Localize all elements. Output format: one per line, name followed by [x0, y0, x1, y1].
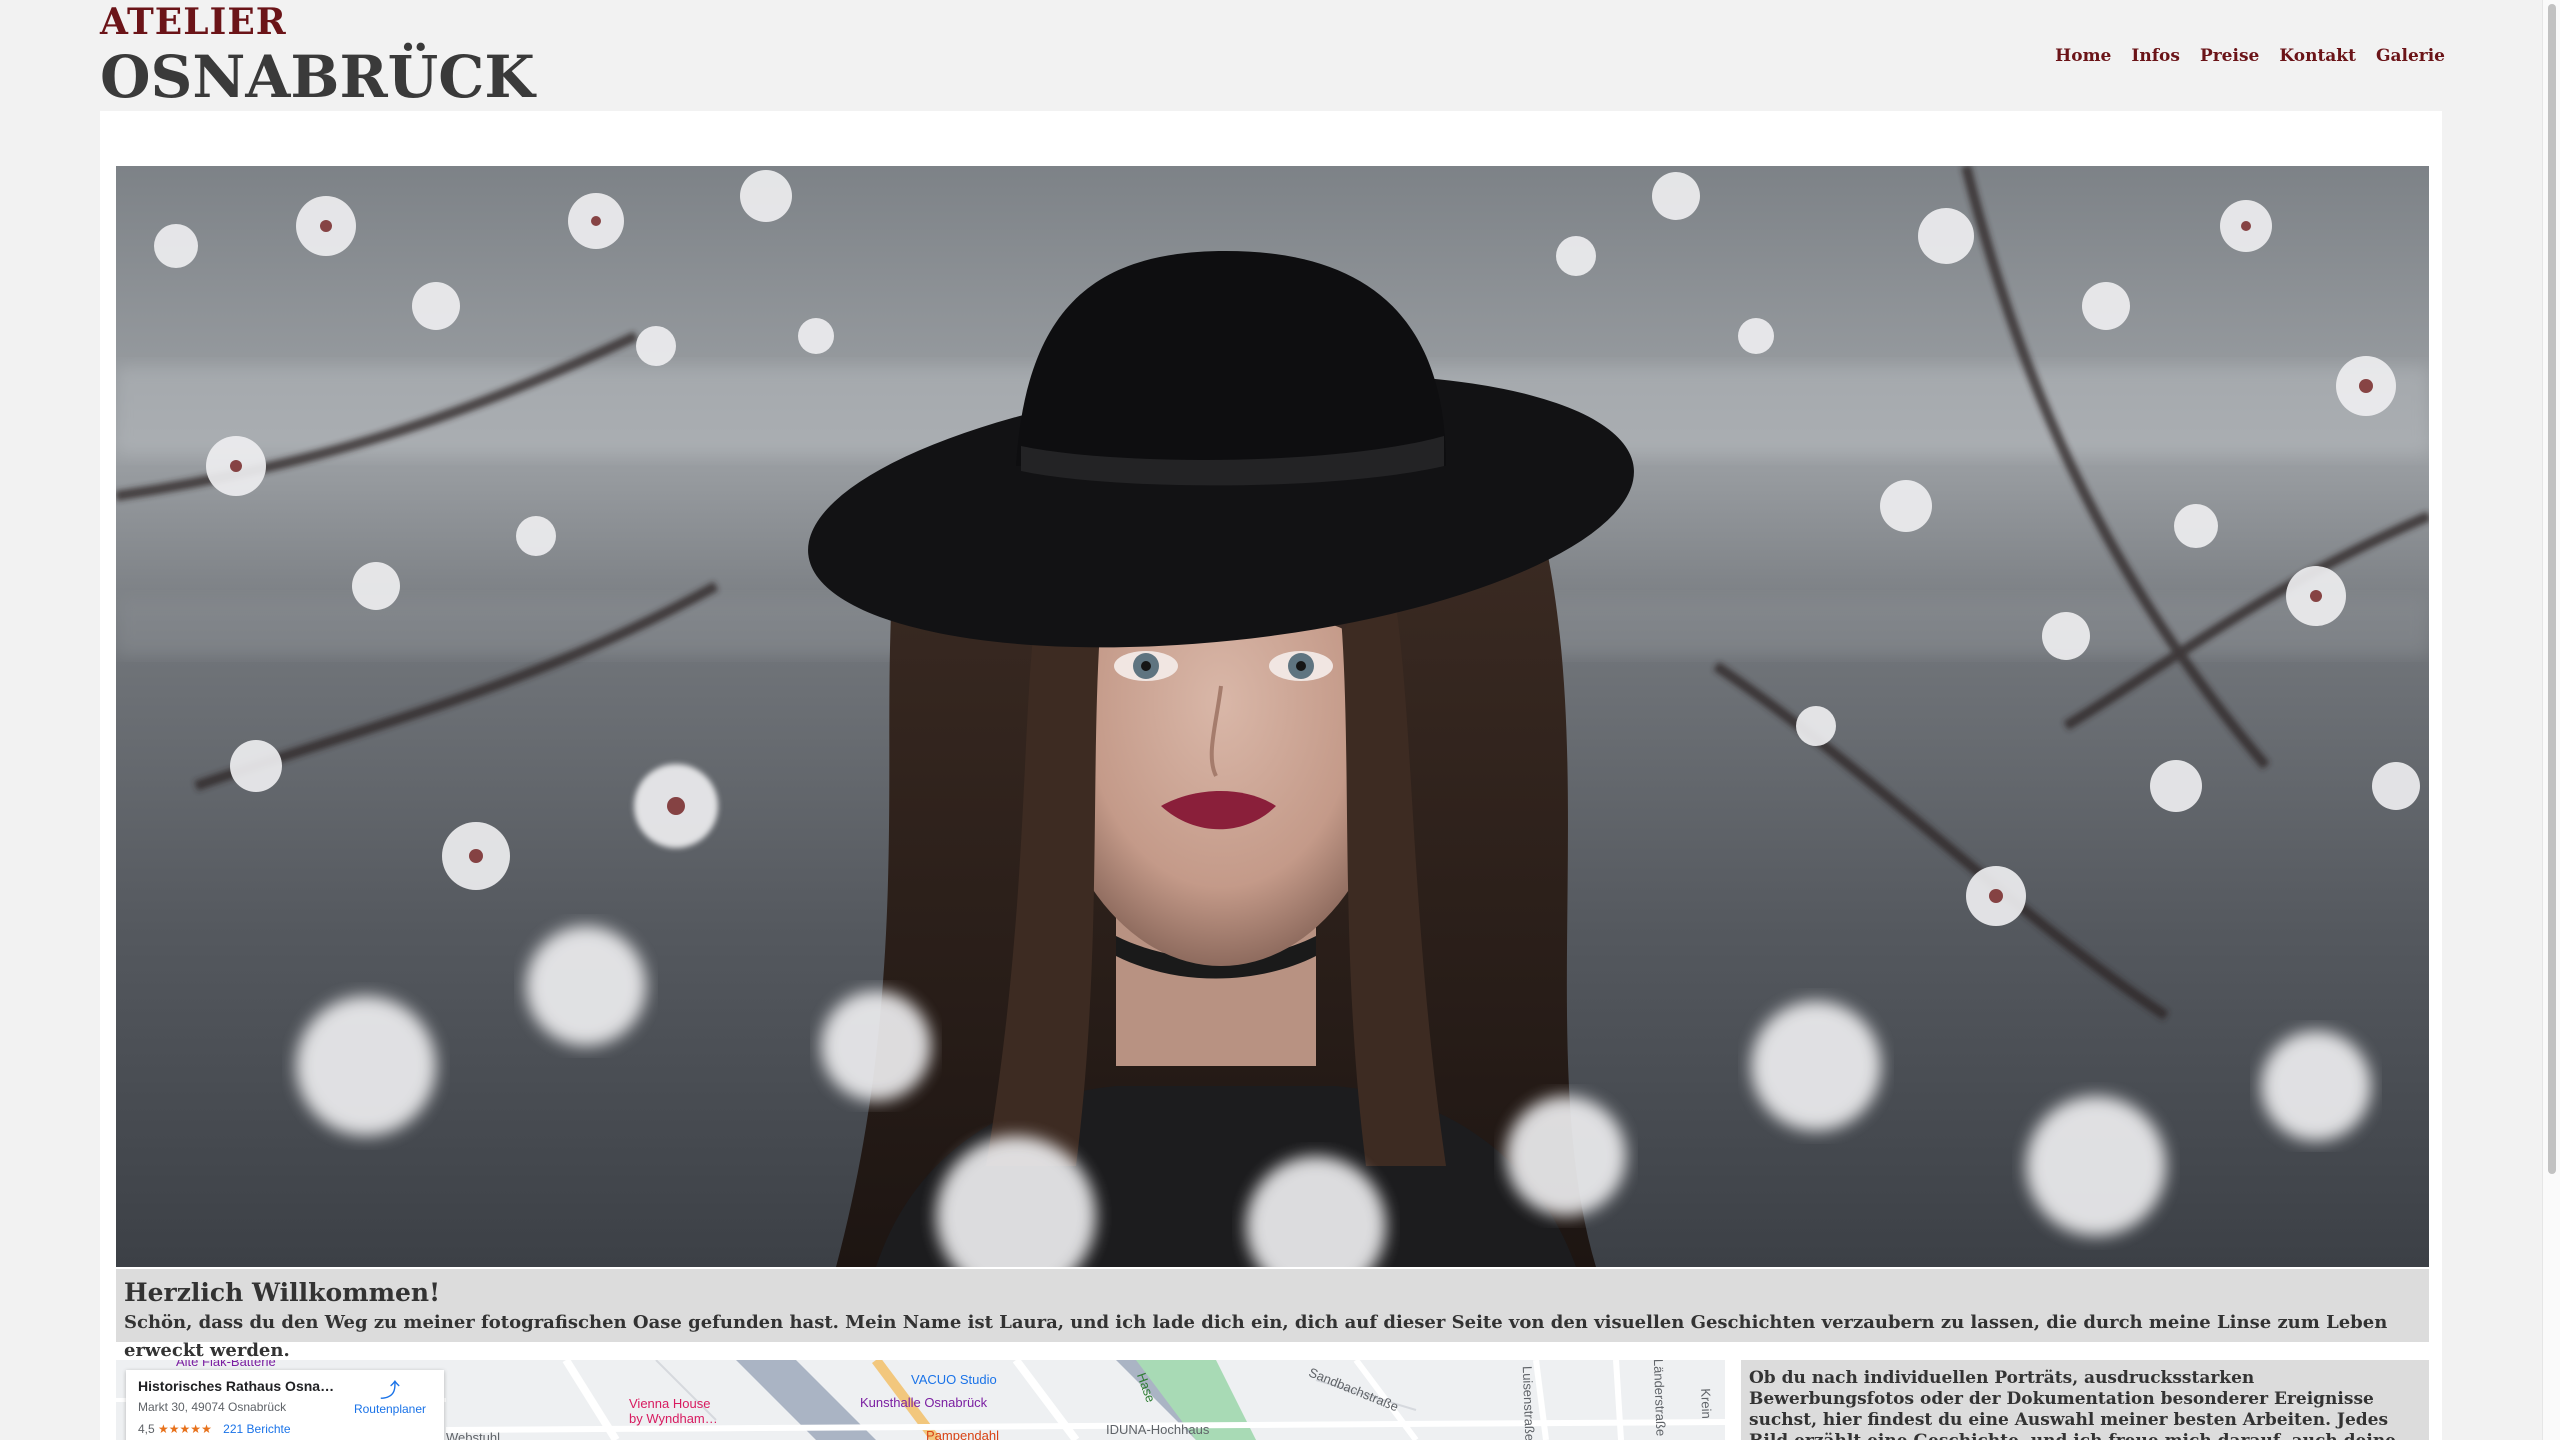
star-rating-icon: ★★★★★ [158, 1422, 212, 1436]
route-planner-label: Routenplaner [353, 1402, 427, 1416]
map-label-flak: Alte Flak-Batterie [176, 1360, 276, 1369]
place-rating: 4,5 ★★★★★ 221 Berichte [138, 1422, 432, 1436]
page-scrollbar[interactable] [2542, 0, 2560, 1440]
map-label-vienna: Vienna House [629, 1396, 711, 1411]
nav-infos[interactable]: Infos [2111, 44, 2180, 68]
map-label-vienna-2: by Wyndham… [629, 1411, 718, 1426]
hero-image [116, 166, 2429, 1267]
site-header: ATELIER OSNABRÜCK Home Infos Preise Kont… [100, 0, 2445, 112]
content-panel: Herzlich Willkommen! Schön, dass du den … [100, 111, 2442, 1440]
main-nav: Home Infos Preise Kontakt Galerie [2035, 44, 2445, 68]
directions-icon: ⤴ [380, 1380, 400, 1402]
place-name[interactable]: Historisches Rathaus Osnabrü… [138, 1378, 338, 1394]
brand-atelier[interactable]: ATELIER [100, 0, 287, 44]
reviews-link[interactable]: 221 Berichte [223, 1422, 290, 1436]
nav-galerie[interactable]: Galerie [2356, 44, 2445, 68]
brand-osnabrueck[interactable]: OSNABRÜCK [100, 42, 535, 112]
info-box: Ob du nach individuellen Porträts, ausdr… [1741, 1360, 2429, 1440]
map-label-webstuhl: Webstuhl [446, 1430, 500, 1440]
map-label-laender: Länderstraße [1650, 1360, 1669, 1437]
scrollbar-thumb[interactable] [2548, 4, 2556, 1174]
map-label-iduna: IDUNA-Hochhaus [1106, 1422, 1210, 1437]
nav-kontakt[interactable]: Kontakt [2259, 44, 2356, 68]
map-label-luisen: Luisenstraße [1519, 1365, 1538, 1440]
map-label-kunsthalle: Kunsthalle Osnabrück [860, 1395, 988, 1410]
map-label-vacuo: VACUO Studio [911, 1372, 997, 1387]
map-label-krein: Krein [1698, 1388, 1715, 1419]
nav-preise[interactable]: Preise [2180, 44, 2259, 68]
rating-value: 4,5 [138, 1422, 155, 1436]
info-text: Ob du nach individuellen Porträts, ausdr… [1749, 1368, 2396, 1440]
welcome-text: Schön, dass du den Weg zu meiner fotogra… [124, 1312, 2388, 1361]
welcome-title: Herzlich Willkommen! [124, 1278, 441, 1307]
nav-home[interactable]: Home [2035, 44, 2111, 68]
route-planner-button[interactable]: ⤴ Routenplaner [350, 1380, 430, 1416]
welcome-section: Herzlich Willkommen! Schön, dass du den … [116, 1269, 2429, 1361]
map-embed[interactable]: Alte Flak-Batterie Vienna House by Wyndh… [116, 1360, 1725, 1440]
map-label-pampendahl: Pampendahl [926, 1428, 999, 1440]
map-place-card[interactable]: Historisches Rathaus Osnabrü… Markt 30, … [126, 1370, 444, 1440]
